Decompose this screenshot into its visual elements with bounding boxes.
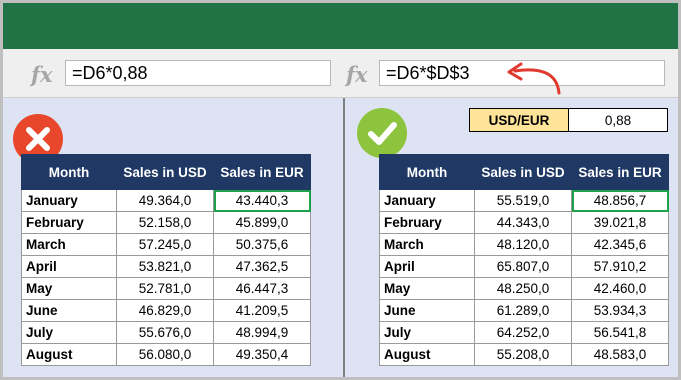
table-row: August 55.208,0 48.583,0: [379, 343, 669, 366]
column-header-usd: Sales in USD: [116, 154, 214, 190]
sales-table-right: Month Sales in USD Sales in EUR January 5…: [379, 154, 669, 366]
eur-cell[interactable]: 45.899,0: [213, 211, 311, 234]
worksheet-area: USD/EUR 0,88 Month Sales in USD Sales in…: [3, 98, 678, 377]
eur-cell-selected[interactable]: 48.856,7: [571, 189, 669, 212]
usd-cell[interactable]: 61.289,0: [474, 299, 572, 322]
month-cell[interactable]: July: [379, 321, 475, 344]
table-row: May 48.250,0 42.460,0: [379, 277, 669, 300]
rate-label: USD/EUR: [469, 108, 569, 132]
table-row: July 55.676,0 48.994,9: [21, 321, 311, 344]
usd-cell[interactable]: 48.120,0: [474, 233, 572, 256]
eur-cell[interactable]: 42.460,0: [571, 277, 669, 300]
correct-check-icon: [357, 108, 407, 158]
arrow-icon: [507, 62, 561, 95]
table-row: August 56.080,0 49.350,4: [21, 343, 311, 366]
eur-cell[interactable]: 50.375,6: [213, 233, 311, 256]
table-row: March 48.120,0 42.345,6: [379, 233, 669, 256]
table-row: April 53.821,0 47.362,5: [21, 255, 311, 278]
month-cell[interactable]: February: [379, 211, 475, 234]
month-cell[interactable]: June: [21, 299, 117, 322]
month-cell[interactable]: August: [379, 343, 475, 366]
month-cell[interactable]: March: [379, 233, 475, 256]
eur-cell[interactable]: 56.541,8: [571, 321, 669, 344]
usd-cell[interactable]: 49.364,0: [116, 189, 214, 212]
function-icon[interactable]: fx: [31, 62, 53, 87]
table-row: February 44.343,0 39.021,8: [379, 211, 669, 234]
eur-cell[interactable]: 41.209,5: [213, 299, 311, 322]
eur-cell[interactable]: 42.345,6: [571, 233, 669, 256]
eur-cell[interactable]: 57.910,2: [571, 255, 669, 278]
table-row: July 64.252,0 56.541,8: [379, 321, 669, 344]
usd-cell[interactable]: 55.208,0: [474, 343, 572, 366]
eur-cell[interactable]: 46.447,3: [213, 277, 311, 300]
eur-cell[interactable]: 39.021,8: [571, 211, 669, 234]
month-cell[interactable]: August: [21, 343, 117, 366]
column-header-usd: Sales in USD: [474, 154, 572, 190]
eur-cell[interactable]: 47.362,5: [213, 255, 311, 278]
eur-cell[interactable]: 48.583,0: [571, 343, 669, 366]
usd-cell[interactable]: 48.250,0: [474, 277, 572, 300]
month-cell[interactable]: July: [21, 321, 117, 344]
table-row: June 46.829,0 41.209,5: [21, 299, 311, 322]
rate-value-cell[interactable]: 0,88: [568, 108, 668, 132]
eur-cell[interactable]: 48.994,9: [213, 321, 311, 344]
table-header-row: Month Sales in USD Sales in EUR: [379, 154, 669, 190]
table-row: March 57.245,0 50.375,6: [21, 233, 311, 256]
usd-cell[interactable]: 55.676,0: [116, 321, 214, 344]
eur-cell-selected[interactable]: 43.440,3: [213, 189, 311, 212]
function-icon[interactable]: fx: [346, 62, 368, 87]
eur-cell[interactable]: 49.350,4: [213, 343, 311, 366]
usd-cell[interactable]: 64.252,0: [474, 321, 572, 344]
table-row: April 65.807,0 57.910,2: [379, 255, 669, 278]
usd-cell[interactable]: 52.158,0: [116, 211, 214, 234]
column-header-month: Month: [379, 154, 475, 190]
table-row: May 52.781,0 46.447,3: [21, 277, 311, 300]
table-row: January 49.364,0 43.440,3: [21, 189, 311, 212]
month-cell[interactable]: April: [379, 255, 475, 278]
month-cell[interactable]: March: [21, 233, 117, 256]
table-row: June 61.289,0 53.934,3: [379, 299, 669, 322]
sales-table-left: Month Sales in USD Sales in EUR January 4…: [21, 154, 311, 366]
eur-cell[interactable]: 53.934,3: [571, 299, 669, 322]
formula-bar: fx =D6*0,88 fx =D6*$D$3: [3, 49, 678, 98]
usd-cell[interactable]: 56.080,0: [116, 343, 214, 366]
usd-cell[interactable]: 46.829,0: [116, 299, 214, 322]
usd-cell[interactable]: 53.821,0: [116, 255, 214, 278]
month-cell[interactable]: February: [21, 211, 117, 234]
month-cell[interactable]: April: [21, 255, 117, 278]
usd-cell[interactable]: 55.519,0: [474, 189, 572, 212]
month-cell[interactable]: June: [379, 299, 475, 322]
column-header-eur: Sales in EUR: [213, 154, 311, 190]
column-header-eur: Sales in EUR: [571, 154, 669, 190]
usd-cell[interactable]: 57.245,0: [116, 233, 214, 256]
usd-cell[interactable]: 65.807,0: [474, 255, 572, 278]
formula-input-left[interactable]: =D6*0,88: [65, 60, 331, 86]
month-cell[interactable]: May: [21, 277, 117, 300]
table-row: February 52.158,0 45.899,0: [21, 211, 311, 234]
month-cell[interactable]: January: [21, 189, 117, 212]
table-row: January 55.519,0 48.856,7: [379, 189, 669, 212]
usd-cell[interactable]: 44.343,0: [474, 211, 572, 234]
table-header-row: Month Sales in USD Sales in EUR: [21, 154, 311, 190]
month-cell[interactable]: May: [379, 277, 475, 300]
screenshot-frame: fx =D6*0,88 fx =D6*$D$3 USD/EUR 0,88 Mon…: [0, 0, 681, 380]
exchange-rate-box: USD/EUR 0,88: [469, 108, 668, 132]
usd-cell[interactable]: 52.781,0: [116, 277, 214, 300]
column-header-month: Month: [21, 154, 117, 190]
month-cell[interactable]: January: [379, 189, 475, 212]
excel-ribbon: [3, 3, 678, 49]
